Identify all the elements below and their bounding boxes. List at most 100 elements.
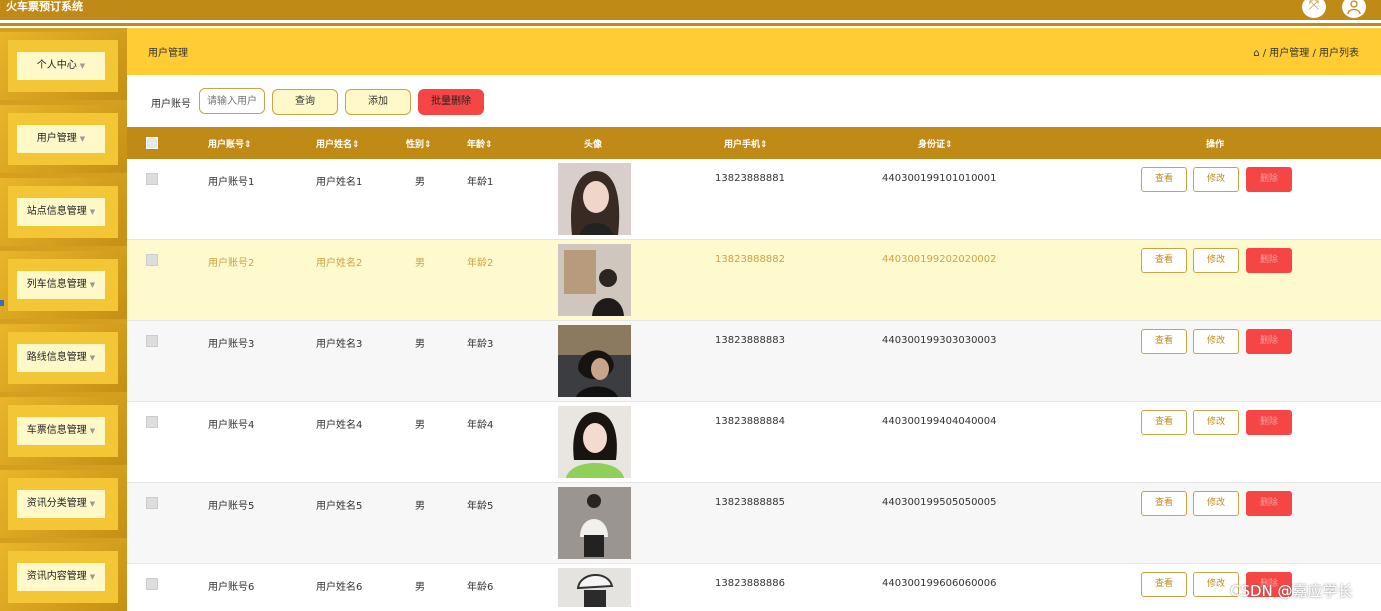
sidebar-item-label: 列车信息管理 [26, 279, 87, 290]
row-checkbox[interactable] [146, 416, 158, 428]
table-row: 用户账号6 用户姓名6 男 年龄6 13823888886 4403001996… [127, 564, 1381, 607]
cell-account: 用户账号4 [208, 420, 255, 431]
chevron-down-icon: ▼ [89, 281, 96, 289]
delete-button[interactable]: 删除 [1246, 410, 1292, 435]
sidebar-item-personal-center[interactable]: 个人中心 ▼ [0, 32, 127, 100]
sidebar-button[interactable]: 资讯内容管理 ▼ [17, 563, 105, 591]
cell-name: 用户姓名6 [316, 582, 363, 593]
table-row: 用户账号3 用户姓名3 男 年龄3 查看 修改 删除 [127, 321, 1381, 402]
avatar [558, 163, 631, 235]
view-button[interactable]: 查看 [1141, 410, 1187, 435]
sidebar-item-label: 资讯分类管理 [26, 498, 87, 509]
delete-button[interactable]: 删除 [1246, 167, 1292, 192]
search-input[interactable] [199, 88, 265, 114]
edit-button[interactable]: 修改 [1193, 410, 1239, 435]
cell-gender: 男 [415, 420, 425, 431]
cell-age: 年龄6 [467, 582, 494, 593]
delete-button[interactable]: 删除 [1246, 248, 1292, 273]
app-title: 火车票预订系统 [6, 0, 83, 13]
cell-account: 用户账号5 [208, 501, 255, 512]
cell-age: 年龄3 [467, 339, 494, 350]
cell-account: 用户账号3 [208, 339, 255, 350]
cell-account: 用户账号1 [208, 177, 255, 188]
cell-account: 用户账号6 [208, 582, 255, 593]
row-checkbox[interactable] [146, 335, 158, 347]
view-button[interactable]: 查看 [1141, 329, 1187, 354]
sidebar-button[interactable]: 路线信息管理 ▼ [17, 344, 105, 372]
avatar [558, 406, 631, 478]
cell-age: 年龄1 [467, 177, 494, 188]
view-button[interactable]: 查看 [1141, 167, 1187, 192]
add-button[interactable]: 添加 [345, 89, 411, 115]
cell-phone: 13823888886 [715, 578, 785, 589]
cell-gender: 男 [415, 501, 425, 512]
edit-button[interactable]: 修改 [1193, 491, 1239, 516]
th-avatar: 头像 [584, 140, 603, 150]
cell-account: 用户账号2 [208, 258, 255, 269]
sidebar-button[interactable]: 资讯分类管理 ▼ [17, 490, 105, 518]
content-header [127, 28, 1381, 75]
edge-marker [0, 300, 4, 306]
sidebar-item-user-management[interactable]: 用户管理 ▼ [0, 105, 127, 173]
sidebar-item-label: 用户管理 [36, 133, 77, 144]
cell-phone: 13823888882 [715, 254, 785, 265]
cell-gender: 男 [415, 258, 425, 269]
th-age[interactable]: 年龄⇕ [467, 137, 493, 150]
th-phone[interactable]: 用户手机⇕ [724, 137, 768, 150]
edit-button[interactable]: 修改 [1193, 329, 1239, 354]
sidebar-button[interactable]: 个人中心 ▼ [17, 52, 105, 80]
cell-phone: 13823888885 [715, 497, 785, 508]
cell-gender: 男 [415, 582, 425, 593]
delete-button[interactable]: 删除 [1246, 491, 1292, 516]
chevron-down-icon: ▼ [79, 62, 86, 70]
sidebar-item-ticket-info[interactable]: 车票信息管理 ▼ [0, 397, 127, 465]
cell-name: 用户姓名1 [316, 177, 363, 188]
cell-age: 年龄2 [467, 258, 494, 269]
chevron-down-icon: ▼ [89, 500, 96, 508]
avatar [558, 487, 631, 559]
th-id-card[interactable]: 身份证⇕ [918, 137, 953, 150]
th-name[interactable]: 用户姓名⇕ [316, 137, 360, 150]
sidebar-item-station-info[interactable]: 站点信息管理 ▼ [0, 178, 127, 246]
view-button[interactable]: 查看 [1141, 491, 1187, 516]
sidebar-button[interactable]: 用户管理 ▼ [17, 125, 105, 153]
row-checkbox[interactable] [146, 578, 158, 590]
delete-button[interactable]: 删除 [1246, 329, 1292, 354]
row-checkbox[interactable] [146, 497, 158, 509]
cell-name: 用户姓名3 [316, 339, 363, 350]
view-button[interactable]: 查看 [1141, 572, 1187, 597]
sidebar-button[interactable]: 车票信息管理 ▼ [17, 417, 105, 445]
sidebar: 个人中心 ▼ 用户管理 ▼ 站点信息管理 ▼ 列车信息管理 ▼ 路线信息管理 ▼ 车票信息… [0, 28, 127, 611]
sidebar-button[interactable]: 列车信息管理 ▼ [17, 271, 105, 299]
cell-id-card: 440300199101010001 [882, 173, 997, 184]
cell-phone: 13823888881 [715, 173, 785, 184]
select-all-checkbox[interactable] [146, 137, 158, 149]
breadcrumb[interactable]: ⌂ / 用户管理 / 用户列表 [1253, 44, 1359, 59]
view-button[interactable]: 查看 [1141, 248, 1187, 273]
top-bar [0, 0, 1381, 20]
sidebar-item-label: 个人中心 [36, 60, 77, 71]
batch-delete-button[interactable]: 批量删除 [418, 89, 484, 115]
avatar [558, 568, 631, 607]
sidebar-item-route-info[interactable]: 路线信息管理 ▼ [0, 324, 127, 392]
avatar [558, 244, 631, 316]
cell-gender: 男 [415, 339, 425, 350]
sidebar-item-news-content[interactable]: 资讯内容管理 ▼ [0, 543, 127, 611]
th-account[interactable]: 用户账号⇕ [208, 137, 252, 150]
cell-name: 用户姓名5 [316, 501, 363, 512]
row-checkbox[interactable] [146, 254, 158, 266]
row-checkbox[interactable] [146, 173, 158, 185]
sidebar-item-train-info[interactable]: 列车信息管理 ▼ [0, 251, 127, 319]
edit-button[interactable]: 修改 [1193, 248, 1239, 273]
cell-phone: 13823888884 [715, 416, 785, 427]
th-gender[interactable]: 性别⇕ [406, 137, 432, 150]
sidebar-button[interactable]: 站点信息管理 ▼ [17, 198, 105, 226]
chevron-down-icon: ▼ [89, 573, 96, 581]
table-row: 用户账号2 用户姓名2 男 年龄2 查看 修改 删除 [127, 240, 1381, 321]
chevron-down-icon: ▼ [89, 427, 96, 435]
sidebar-item-news-category[interactable]: 资讯分类管理 ▼ [0, 470, 127, 538]
sidebar-item-label: 路线信息管理 [26, 352, 87, 363]
query-button[interactable]: 查询 [272, 89, 338, 115]
edit-button[interactable]: 修改 [1193, 167, 1239, 192]
watermark: CSDN @嘉应学长 [1230, 582, 1353, 600]
